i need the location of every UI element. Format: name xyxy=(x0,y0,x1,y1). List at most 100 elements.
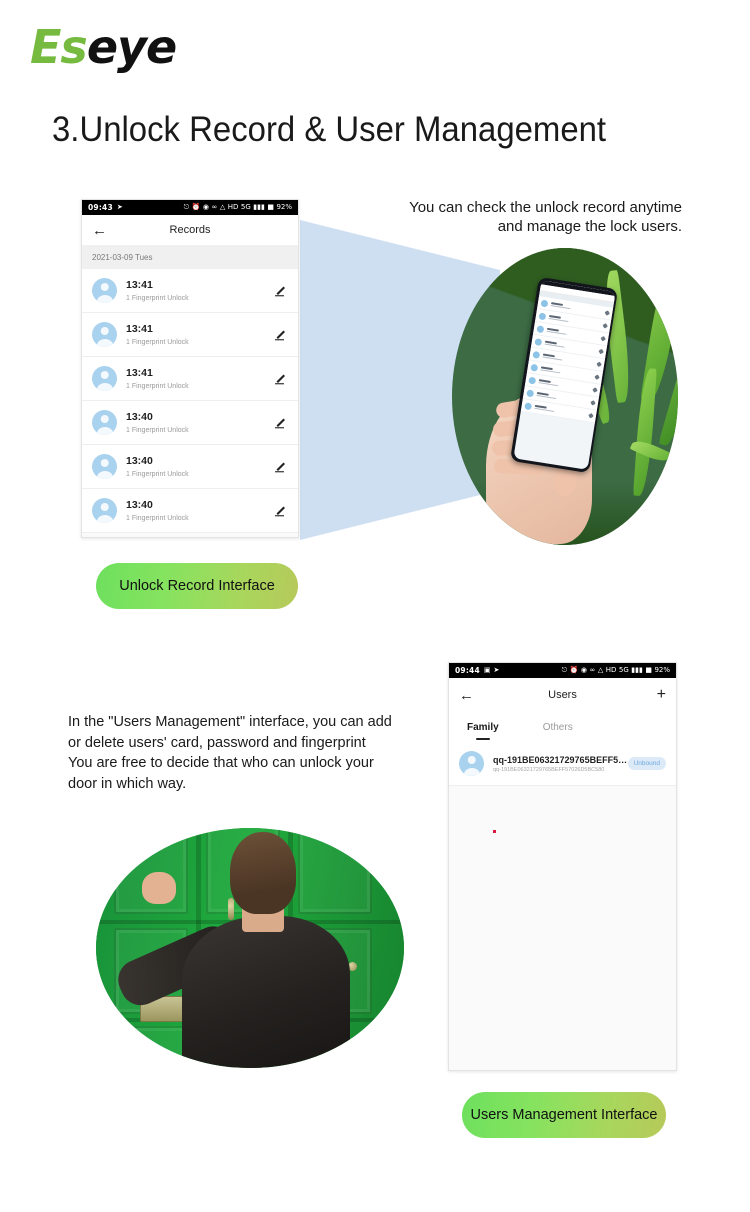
man-head xyxy=(230,832,296,914)
avatar xyxy=(92,278,117,303)
table-row[interactable]: 13:41 1 Fingerprint Unlock xyxy=(82,313,298,357)
logo-text-black: eye xyxy=(86,20,177,74)
records-caption-line1: You can check the unlock record anytime xyxy=(409,199,682,216)
avatar xyxy=(525,388,534,397)
record-texts: 13:41 1 Fingerprint Unlock xyxy=(126,279,274,301)
edit-icon xyxy=(587,412,594,419)
table-row[interactable]: 13:40 1 Fingerprint Unlock xyxy=(82,401,298,445)
edit-icon xyxy=(599,335,606,342)
avatar xyxy=(92,322,117,347)
users-caption-line1: In the "Users Management" interface, you… xyxy=(68,714,392,730)
photo-man-knocking-door xyxy=(96,828,404,1068)
edit-icon xyxy=(597,348,604,355)
red-dot-marker xyxy=(493,830,496,833)
edit-icon[interactable] xyxy=(274,416,288,430)
users-empty-body xyxy=(449,786,676,1070)
door-panel xyxy=(298,828,372,914)
users-caption-line3: You are free to decide that who can unlo… xyxy=(68,755,374,772)
record-detail: 1 Fingerprint Unlock xyxy=(126,338,189,346)
users-management-interface-pill[interactable]: Users Management Interface xyxy=(462,1092,666,1138)
avatar xyxy=(92,454,117,479)
door-lock-icon xyxy=(228,898,234,920)
battery-percent: 92% xyxy=(276,203,292,211)
users-caption-line4: door in which way. xyxy=(68,775,187,792)
list-item[interactable]: qq-191BE06321729765BEFF570... qq-191BE06… xyxy=(449,742,676,786)
avatar xyxy=(529,363,538,372)
poster-page: Eseye 3.Unlock Record & User Management xyxy=(0,0,750,1212)
records-title: Records xyxy=(169,224,211,236)
record-detail: 1 Fingerprint Unlock xyxy=(126,514,189,522)
network-gen-label: 5G xyxy=(240,203,251,211)
unlock-record-interface-pill[interactable]: Unlock Record Interface xyxy=(96,563,298,609)
records-statusbar: 09:43 ➤ ⎋ ⏰ ◉ ∞ △ HD 5G ▮▮▮ ■ 92% xyxy=(82,200,298,215)
users-phone-screenshot: 09:44 ▣ ➤ ⎋ ⏰ ◉ ∞ △ HD 5G ▮▮▮ ■ 92% ← Us… xyxy=(448,662,677,1071)
wifi-icon: △ xyxy=(597,666,604,674)
settings-icon: ◉ xyxy=(580,666,587,674)
record-time: 13:40 xyxy=(126,499,153,512)
record-detail: 1 Fingerprint Unlock xyxy=(126,294,189,302)
edit-icon[interactable] xyxy=(274,504,288,518)
status-badge[interactable]: Unbound xyxy=(627,757,666,770)
tab-others[interactable]: Others xyxy=(543,722,573,733)
alarm-icon: ⏰ xyxy=(569,666,579,674)
avatar xyxy=(523,401,532,410)
edit-icon xyxy=(603,310,610,316)
edit-icon xyxy=(591,387,598,393)
records-list: 13:41 1 Fingerprint Unlock 13:41 1 Finge… xyxy=(82,269,298,533)
glasses-icon: ∞ xyxy=(211,203,218,211)
battery-percent: 92% xyxy=(654,666,670,674)
battery-icon: ■ xyxy=(267,203,274,211)
signal-bars-icon: ▮▮▮ xyxy=(631,666,643,674)
users-management-interface-label: Users Management Interface xyxy=(470,1107,658,1123)
record-texts: 13:40 1 Fingerprint Unlock xyxy=(126,499,274,521)
users-title: Users xyxy=(548,689,577,701)
table-row[interactable]: 13:40 1 Fingerprint Unlock xyxy=(82,489,298,533)
record-time: 13:41 xyxy=(126,367,153,380)
record-detail: 1 Fingerprint Unlock xyxy=(126,426,189,434)
edit-icon xyxy=(601,323,608,329)
table-row[interactable]: 13:41 1 Fingerprint Unlock xyxy=(82,269,298,313)
unlock-record-interface-label: Unlock Record Interface xyxy=(119,578,275,594)
wifi-icon: △ xyxy=(219,203,226,211)
records-phone-screenshot: 09:43 ➤ ⎋ ⏰ ◉ ∞ △ HD 5G ▮▮▮ ■ 92% ← Reco… xyxy=(81,199,299,538)
photo-hand-holding-phone xyxy=(452,248,678,545)
table-row[interactable]: 13:40 1 Fingerprint Unlock xyxy=(82,445,298,489)
glasses-icon: ∞ xyxy=(589,666,596,674)
user-name: qq-191BE06321729765BEFF570... xyxy=(493,754,628,765)
statusbar-left-icons: ➤ xyxy=(117,204,123,211)
keyboard-icon: ⎋ xyxy=(183,203,190,211)
users-tabs: Family Others xyxy=(449,712,676,742)
statusbar-right-icons: ⎋ ⏰ ◉ ∞ △ HD 5G ▮▮▮ ■ 92% xyxy=(562,667,670,674)
avatar xyxy=(527,376,536,385)
avatar xyxy=(535,324,544,333)
alarm-icon: ⏰ xyxy=(191,203,201,211)
brand-logo: Eseye xyxy=(30,24,177,70)
record-time: 13:40 xyxy=(126,455,153,468)
plus-icon[interactable]: + xyxy=(657,687,666,703)
edit-icon[interactable] xyxy=(274,372,288,386)
keyboard-icon: ⎋ xyxy=(561,666,568,674)
avatar xyxy=(92,410,117,435)
statusbar-clock: 09:43 xyxy=(88,203,113,212)
records-caption-line2: and manage the lock users. xyxy=(497,218,682,236)
table-row[interactable]: 13:41 1 Fingerprint Unlock xyxy=(82,357,298,401)
users-caption-line2: or delete users' card, password and fing… xyxy=(68,734,366,751)
record-time: 13:41 xyxy=(126,279,153,292)
edit-icon[interactable] xyxy=(274,284,288,298)
edit-icon[interactable] xyxy=(274,328,288,342)
edit-icon xyxy=(589,400,596,406)
tab-family[interactable]: Family xyxy=(467,722,499,733)
avatar xyxy=(92,498,117,523)
records-caption: You can check the unlock record anytime … xyxy=(330,198,682,236)
statusbar-left-icons: ▣ ➤ xyxy=(484,667,500,674)
man-fist xyxy=(142,872,176,904)
avatar xyxy=(533,337,542,346)
edit-icon[interactable] xyxy=(274,460,288,474)
record-time: 13:40 xyxy=(126,411,153,424)
location-arrow-icon: ➤ xyxy=(116,203,123,211)
record-texts: 13:41 1 Fingerprint Unlock xyxy=(126,367,274,389)
record-time: 13:41 xyxy=(126,323,153,336)
door-panel xyxy=(114,1026,188,1068)
user-id: qq-191BE06321729765BEFF57026D5BC580 xyxy=(493,766,605,773)
avatar xyxy=(540,298,549,307)
